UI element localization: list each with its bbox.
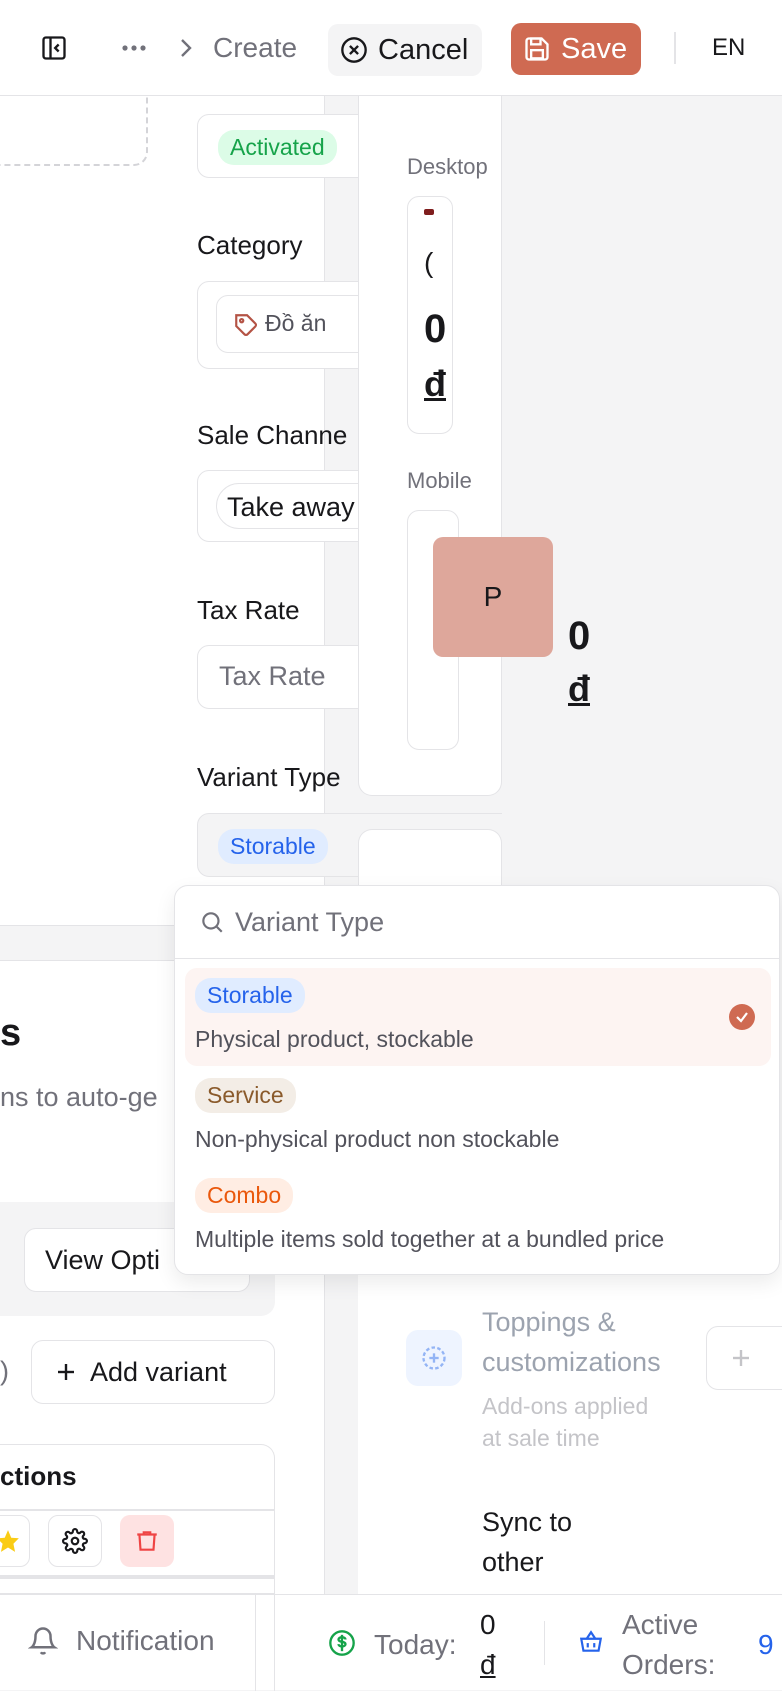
desktop-currency: đ xyxy=(424,363,446,404)
desktop-thumb xyxy=(424,209,434,215)
variants-subtitle: ns to auto-ge xyxy=(0,1082,158,1112)
search-placeholder: Variant Type xyxy=(235,906,385,937)
cancel-label: Cancel xyxy=(378,33,469,66)
sidebar-toggle-icon[interactable] xyxy=(36,30,72,66)
variant-table: ctions xyxy=(0,1444,275,1594)
sale-channel-chip-label: Take away xyxy=(227,492,355,522)
desktop-price-fragment: ( xyxy=(424,247,434,278)
star-button[interactable] xyxy=(0,1515,30,1567)
desktop-price: 0 xyxy=(424,307,447,351)
option-badge: Service xyxy=(195,1078,296,1113)
view-options-label: View Opti xyxy=(45,1245,161,1275)
active-orders-label-line-1: Active xyxy=(622,1609,699,1640)
active-orders-value[interactable]: 9 xyxy=(758,1629,774,1661)
toppings-desc-line-1: Add-ons applied xyxy=(482,1393,649,1419)
sync-title-line-2: other xyxy=(482,1547,544,1577)
divider xyxy=(674,32,676,64)
divider xyxy=(274,1595,275,1691)
dollar-circle-icon xyxy=(329,1630,355,1656)
toppings-desc-line-2: at sale time xyxy=(482,1425,600,1451)
desktop-preview: ( 0 đ xyxy=(407,196,453,434)
cancel-button[interactable]: Cancel xyxy=(328,24,482,76)
option-badge: Storable xyxy=(195,978,305,1013)
option-service[interactable]: Service Non-physical product non stockab… xyxy=(185,1068,771,1166)
breadcrumb-current[interactable]: Create xyxy=(213,32,297,64)
notification-label: Notification xyxy=(76,1625,215,1656)
sync-title-line-1: Sync to xyxy=(482,1507,573,1537)
chevron-right-icon xyxy=(176,32,196,64)
divider xyxy=(544,1621,545,1665)
today-label: Today: xyxy=(374,1629,457,1660)
option-badge: Combo xyxy=(195,1178,294,1213)
tax-rate-placeholder: Tax Rate xyxy=(219,661,326,691)
language-switch[interactable]: EN xyxy=(712,34,745,62)
category-chip-label: Đồ ăn xyxy=(265,310,327,336)
plus-icon xyxy=(733,1350,749,1366)
plus-circle-dashed-icon xyxy=(422,1346,446,1370)
status-badge: Activated xyxy=(218,130,337,165)
mobile-label: Mobile xyxy=(407,468,472,493)
basket-icon xyxy=(579,1630,603,1652)
status-bar: Notification Today: 0 đ Active Orders: 9 xyxy=(0,1594,782,1691)
table-header-actions: ctions xyxy=(0,1461,77,1491)
image-dropzone[interactable] xyxy=(0,96,148,166)
toppings-description: Add-ons applied at sale time xyxy=(482,1390,648,1454)
active-orders-label: Active Orders: xyxy=(622,1605,715,1685)
toppings-title: Toppings & customizations xyxy=(482,1302,661,1382)
preview-tab xyxy=(358,829,502,889)
variant-type-label: Variant Type xyxy=(197,762,341,792)
table-scrollbar[interactable] xyxy=(0,1575,275,1579)
save-button[interactable]: Save xyxy=(511,23,641,75)
toppings-icon-box xyxy=(406,1330,462,1386)
variant-type-dropdown: Variant Type Storable Physical product, … xyxy=(174,885,780,1275)
notification-button[interactable]: Notification xyxy=(28,1625,215,1657)
variant-type-badge: Storable xyxy=(218,829,328,864)
add-variant-button[interactable]: Add variant xyxy=(31,1340,275,1404)
gear-icon xyxy=(62,1528,88,1554)
tax-rate-label: Tax Rate xyxy=(197,595,300,625)
today-currency: đ xyxy=(480,1649,496,1680)
x-circle-icon xyxy=(341,37,367,63)
more-icon[interactable] xyxy=(117,30,151,66)
check-icon xyxy=(729,1004,755,1030)
variants-title: s xyxy=(0,1012,22,1054)
mobile-product-thumb: P xyxy=(433,537,553,657)
option-description: Physical product, stockable xyxy=(195,1026,474,1052)
star-icon xyxy=(0,1530,19,1552)
table-divider xyxy=(0,1509,275,1511)
mobile-price: 0 xyxy=(568,614,591,658)
product-settings-card: Toppings & customizations Add-ons applie… xyxy=(358,1220,782,1596)
settings-button[interactable] xyxy=(48,1515,102,1567)
plus-icon xyxy=(58,1364,74,1380)
add-topping-button[interactable] xyxy=(706,1326,782,1390)
variant-type-search[interactable]: Variant Type xyxy=(175,886,779,959)
bell-icon xyxy=(28,1627,58,1655)
add-variant-label: Add variant xyxy=(90,1356,227,1387)
tag-icon xyxy=(235,314,257,336)
variants-count: ) xyxy=(0,1356,9,1386)
active-orders-label-line-2: Orders: xyxy=(622,1649,716,1680)
option-combo[interactable]: Combo Multiple items sold together at a … xyxy=(185,1168,771,1266)
divider xyxy=(255,1595,256,1691)
today-value: 0 xyxy=(480,1609,496,1640)
trash-icon xyxy=(137,1531,157,1551)
option-description: Multiple items sold together at a bundle… xyxy=(195,1226,665,1252)
sync-title: Sync to other xyxy=(482,1502,572,1582)
price-preview-panel: Desktop ( 0 đ Mobile xyxy=(358,96,502,796)
sale-channel-label: Sale Channe xyxy=(197,420,348,450)
option-storable[interactable]: Storable Physical product, stockable xyxy=(185,968,771,1066)
search-icon xyxy=(202,912,223,933)
save-icon xyxy=(525,37,549,61)
desktop-label: Desktop xyxy=(407,154,488,179)
category-label: Category xyxy=(197,230,303,260)
top-bar: Create Cancel Save EN xyxy=(0,0,782,96)
toppings-title-line-1: Toppings & xyxy=(482,1307,616,1337)
option-description: Non-physical product non stockable xyxy=(195,1126,560,1152)
delete-button[interactable] xyxy=(120,1515,174,1567)
save-label: Save xyxy=(561,32,628,65)
toppings-title-line-2: customizations xyxy=(482,1347,661,1377)
mobile-currency: đ xyxy=(568,668,590,709)
